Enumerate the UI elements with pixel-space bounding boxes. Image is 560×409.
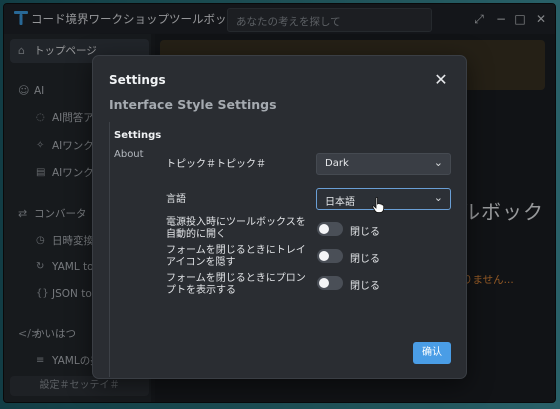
autostart-toggle[interactable] — [317, 222, 343, 236]
chevron-down-icon: ⌄ — [433, 156, 443, 169]
settings-dialog: Settings ✕ Interface Style Settings Sett… — [92, 55, 467, 379]
hand-cursor-icon — [372, 197, 384, 213]
dialog-subtitle: Interface Style Settings — [109, 97, 277, 112]
hide-tray-state: 閉じる — [350, 254, 380, 265]
language-select-value: 日本語 — [325, 197, 355, 208]
toggle-knob — [319, 224, 329, 234]
dialog-title: Settings — [109, 73, 166, 87]
prompt-on-close-state: 閉じる — [350, 281, 380, 292]
prompt-on-close-toggle[interactable] — [317, 276, 343, 290]
theme-label: トピック＃トピック＃ — [166, 159, 266, 170]
language-label: 言語 — [166, 194, 186, 205]
theme-select[interactable]: Dark ⌄ — [316, 153, 451, 175]
hide-tray-label: フォームを閉じるときにトレイアイコンを隠す — [166, 245, 306, 268]
chevron-down-icon: ⌄ — [433, 191, 443, 204]
autostart-state: 閉じる — [350, 227, 380, 238]
autostart-label: 電源投入時にツールボックスを自動的に開く — [166, 217, 306, 240]
tab-about[interactable]: About — [114, 149, 144, 160]
close-icon[interactable]: ✕ — [431, 70, 451, 90]
theme-select-value: Dark — [325, 158, 349, 169]
prompt-on-close-label: フォームを閉じるときにプロンプトを表示する — [166, 273, 306, 296]
dialog-nav-divider — [109, 122, 110, 377]
toggle-knob — [319, 278, 329, 288]
toggle-knob — [319, 251, 329, 261]
confirm-button[interactable]: 确认 — [413, 342, 451, 364]
tab-settings[interactable]: Settings — [114, 130, 161, 141]
hide-tray-toggle[interactable] — [317, 249, 343, 263]
